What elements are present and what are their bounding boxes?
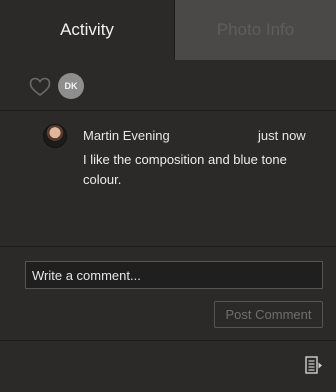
- tab-activity-label: Activity: [60, 20, 114, 39]
- avatar: [44, 125, 66, 147]
- tab-activity[interactable]: Activity: [0, 0, 175, 60]
- panel-menu-icon[interactable]: [305, 356, 323, 376]
- comment-author: Martin Evening: [83, 128, 170, 143]
- liker-initials: DK: [64, 81, 78, 91]
- liker-avatar-badge[interactable]: DK: [58, 73, 84, 99]
- post-comment-label: Post Comment: [225, 307, 312, 322]
- divider: [0, 246, 336, 247]
- comment-input[interactable]: [25, 261, 323, 289]
- post-comment-button[interactable]: Post Comment: [214, 301, 323, 328]
- heart-icon[interactable]: [29, 77, 51, 97]
- comment-text: I like the composition and blue tone col…: [83, 152, 287, 187]
- tab-photo-info[interactable]: Photo Info: [175, 0, 336, 60]
- tab-photo-info-label: Photo Info: [216, 20, 295, 39]
- activity-panel: Activity Photo Info DK Martin Evening ju…: [0, 0, 336, 392]
- tab-bar: Activity Photo Info: [0, 0, 336, 60]
- divider: [0, 340, 336, 341]
- comment-timestamp: just now: [258, 128, 306, 143]
